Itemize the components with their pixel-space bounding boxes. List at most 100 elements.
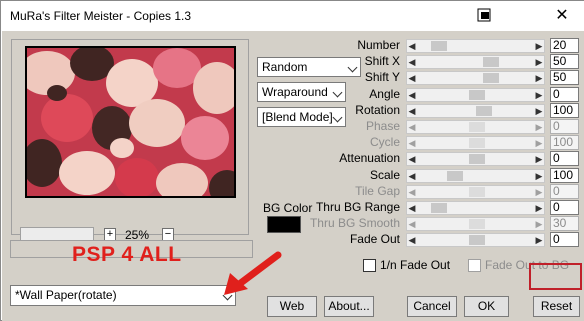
watermark-text: PSP 4 ALL bbox=[72, 243, 182, 266]
arrow-left-icon[interactable]: ◀ bbox=[407, 105, 417, 117]
param-slider[interactable]: ◀ ▶ bbox=[406, 39, 545, 53]
param-value-field[interactable]: 20 bbox=[550, 38, 579, 53]
param-value-field[interactable]: 50 bbox=[550, 54, 579, 69]
arrow-left-icon[interactable]: ◀ bbox=[407, 72, 417, 84]
arrow-right-icon[interactable]: ▶ bbox=[534, 105, 544, 117]
param-slider[interactable]: ◀ ▶ bbox=[406, 169, 545, 183]
arrow-right-icon[interactable]: ▶ bbox=[534, 234, 544, 246]
slider-thumb[interactable] bbox=[469, 122, 485, 132]
param-label: Tile Gap bbox=[355, 184, 400, 198]
slider-thumb[interactable] bbox=[469, 138, 485, 148]
param-value-field[interactable]: 100 bbox=[550, 168, 579, 183]
chevron-down-icon bbox=[347, 62, 358, 73]
param-slider[interactable]: ◀ ▶ bbox=[406, 88, 545, 102]
arrow-right-icon[interactable]: ▶ bbox=[534, 121, 544, 133]
param-value-field[interactable]: 100 bbox=[550, 135, 579, 150]
edge-dropdown[interactable]: Wraparound bbox=[257, 82, 346, 102]
slider-thumb[interactable] bbox=[431, 41, 447, 51]
param-label: Thru BG Smooth bbox=[309, 216, 400, 230]
arrow-right-icon[interactable]: ▶ bbox=[534, 218, 544, 230]
arrow-right-icon[interactable]: ▶ bbox=[534, 186, 544, 198]
blend-mode-dropdown[interactable]: [Blend Mode] bbox=[257, 107, 346, 127]
param-label: Fade Out bbox=[349, 232, 400, 246]
param-slider[interactable]: ◀ ▶ bbox=[406, 55, 545, 69]
title-bar: MuRa's Filter Meister - Copies 1.3 ✕ bbox=[1, 1, 584, 31]
param-slider[interactable]: ◀ ▶ bbox=[406, 233, 545, 247]
filter-meister-window: MuRa's Filter Meister - Copies 1.3 ✕ + 2… bbox=[0, 0, 584, 321]
blend-mode-dropdown-value: [Blend Mode] bbox=[262, 110, 333, 124]
reset-button[interactable]: Reset bbox=[533, 296, 580, 317]
slider-thumb[interactable] bbox=[431, 203, 447, 213]
param-label: Attenuation bbox=[339, 151, 400, 165]
bg-color-label: BG Color bbox=[263, 201, 313, 215]
param-slider[interactable]: ◀ ▶ bbox=[406, 217, 545, 231]
arrow-left-icon[interactable]: ◀ bbox=[407, 89, 417, 101]
slider-thumb[interactable] bbox=[469, 235, 485, 245]
arrow-left-icon[interactable]: ◀ bbox=[407, 234, 417, 246]
preset-dropdown[interactable]: *Wall Paper(rotate) bbox=[10, 285, 236, 306]
arrow-right-icon[interactable]: ▶ bbox=[534, 153, 544, 165]
arrow-left-icon[interactable]: ◀ bbox=[407, 137, 417, 149]
param-slider[interactable]: ◀ ▶ bbox=[406, 152, 545, 166]
about-button[interactable]: About... bbox=[324, 296, 374, 317]
arrow-left-icon[interactable]: ◀ bbox=[407, 202, 417, 214]
param-value-field[interactable]: 100 bbox=[550, 103, 579, 118]
web-button[interactable]: Web bbox=[267, 296, 317, 317]
cancel-button[interactable]: Cancel bbox=[407, 296, 457, 317]
close-button[interactable]: ✕ bbox=[539, 1, 584, 31]
fade-bg-checkbox[interactable] bbox=[468, 259, 481, 272]
param-value-field[interactable]: 0 bbox=[550, 232, 579, 247]
bg-color-swatch[interactable] bbox=[267, 216, 301, 233]
slider-thumb[interactable] bbox=[447, 171, 463, 181]
slider-thumb[interactable] bbox=[469, 219, 485, 229]
mode-dropdown-value: Random bbox=[262, 60, 308, 74]
arrow-right-icon[interactable]: ▶ bbox=[534, 72, 544, 84]
slider-thumb[interactable] bbox=[469, 90, 485, 100]
param-label: Phase bbox=[365, 119, 400, 133]
arrow-left-icon[interactable]: ◀ bbox=[407, 121, 417, 133]
param-value-field[interactable]: 0 bbox=[550, 151, 579, 166]
arrow-right-icon[interactable]: ▶ bbox=[534, 202, 544, 214]
param-value-field[interactable]: 30 bbox=[550, 216, 579, 231]
param-value-field[interactable]: 0 bbox=[550, 184, 579, 199]
param-label: Shift Y bbox=[364, 70, 400, 84]
preview-image[interactable] bbox=[25, 46, 236, 198]
slider-thumb[interactable] bbox=[483, 73, 499, 83]
edge-dropdown-value: Wraparound bbox=[262, 85, 328, 99]
ok-button[interactable]: OK bbox=[464, 296, 509, 317]
param-value-field[interactable]: 0 bbox=[550, 200, 579, 215]
param-slider[interactable]: ◀ ▶ bbox=[406, 104, 545, 118]
arrow-right-icon[interactable]: ▶ bbox=[534, 137, 544, 149]
slider-thumb[interactable] bbox=[469, 187, 485, 197]
slider-thumb[interactable] bbox=[476, 106, 492, 116]
window-title: MuRa's Filter Meister - Copies 1.3 bbox=[10, 9, 192, 23]
arrow-left-icon[interactable]: ◀ bbox=[407, 170, 417, 182]
param-value-field[interactable]: 50 bbox=[550, 70, 579, 85]
param-label: Rotation bbox=[355, 103, 400, 117]
chevron-down-icon bbox=[332, 112, 343, 123]
arrow-left-icon[interactable]: ◀ bbox=[407, 40, 417, 52]
param-slider[interactable]: ◀ ▶ bbox=[406, 71, 545, 85]
arrow-left-icon[interactable]: ◀ bbox=[407, 153, 417, 165]
mode-dropdown[interactable]: Random bbox=[257, 57, 361, 77]
dialog-client-area: + 25% − PSP 4 ALL Random Wraparound [Ble… bbox=[2, 31, 584, 321]
slider-thumb[interactable] bbox=[469, 154, 485, 164]
arrow-right-icon[interactable]: ▶ bbox=[534, 170, 544, 182]
slider-thumb[interactable] bbox=[483, 57, 499, 67]
arrow-right-icon[interactable]: ▶ bbox=[534, 56, 544, 68]
arrow-left-icon[interactable]: ◀ bbox=[407, 218, 417, 230]
arrow-right-icon[interactable]: ▶ bbox=[534, 89, 544, 101]
param-slider[interactable]: ◀ ▶ bbox=[406, 136, 545, 150]
pin-window-icon[interactable] bbox=[477, 8, 491, 22]
param-slider[interactable]: ◀ ▶ bbox=[406, 201, 545, 215]
fade-1n-checkbox[interactable] bbox=[363, 259, 376, 272]
param-slider[interactable]: ◀ ▶ bbox=[406, 120, 545, 134]
param-value-field[interactable]: 0 bbox=[550, 119, 579, 134]
arrow-left-icon[interactable]: ◀ bbox=[407, 186, 417, 198]
arrow-right-icon[interactable]: ▶ bbox=[534, 40, 544, 52]
chevron-down-icon bbox=[332, 87, 343, 98]
arrow-left-icon[interactable]: ◀ bbox=[407, 56, 417, 68]
param-value-field[interactable]: 0 bbox=[550, 87, 579, 102]
preview-panel: + 25% − bbox=[11, 39, 249, 242]
param-slider[interactable]: ◀ ▶ bbox=[406, 185, 545, 199]
